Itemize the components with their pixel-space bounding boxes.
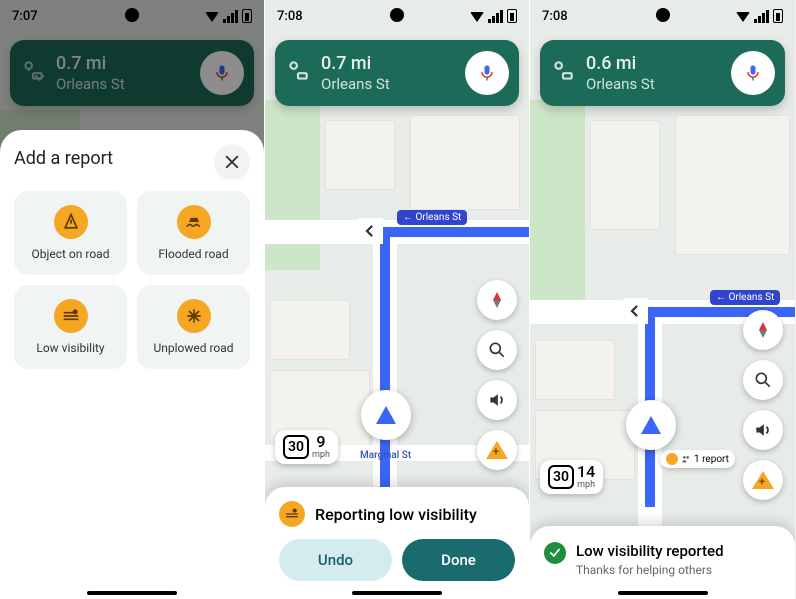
people-icon — [681, 454, 691, 464]
speed-unit: mph — [577, 480, 595, 490]
navigation-arrow-icon — [376, 406, 396, 424]
search-icon — [753, 370, 773, 390]
low-visibility-icon — [666, 453, 678, 465]
low-visibility-icon — [279, 501, 305, 527]
speed-indicator: 30 9 mph — [275, 430, 338, 464]
route-icon — [285, 58, 311, 88]
close-button[interactable] — [214, 144, 250, 180]
speaker-icon — [753, 420, 773, 440]
reported-bar: Low visibility reported Thanks for helpi… — [530, 526, 795, 599]
screen-report-confirmed: ← Orleans St 1 report 7:08 0.6 mi Orlean… — [530, 0, 795, 599]
report-sheet: Add a report Object on road Flooded road… — [0, 130, 264, 599]
report-option-object-on-road[interactable]: Object on road — [14, 191, 127, 275]
navigation-arrow-icon — [641, 416, 661, 434]
report-option-label: Low visibility — [36, 341, 104, 355]
unplowed-road-icon — [177, 299, 211, 333]
report-count: 1 report — [694, 454, 729, 465]
turn-arrow-icon — [357, 218, 383, 244]
report-option-unplowed-road[interactable]: Unplowed road — [137, 285, 250, 369]
search-button[interactable] — [477, 330, 517, 370]
report-option-label: Flooded road — [158, 247, 228, 261]
compass-button[interactable] — [743, 310, 783, 350]
camera-hole — [656, 8, 670, 22]
compass-north-icon — [759, 322, 767, 330]
nav-distance: 0.6 mi — [586, 53, 731, 75]
report-hazard-button[interactable] — [743, 460, 783, 500]
confirm-title: Reporting low visibility — [315, 505, 477, 524]
wifi-icon — [470, 12, 484, 22]
nav-distance: 0.7 mi — [321, 53, 465, 75]
flooded-road-icon — [177, 205, 211, 239]
camera-hole — [390, 8, 404, 22]
reported-title: Low visibility reported — [576, 542, 724, 562]
speed-limit: 30 — [283, 435, 309, 459]
speaker-icon — [487, 390, 507, 410]
hazard-icon — [486, 441, 508, 459]
home-indicator — [352, 591, 442, 595]
check-icon — [544, 542, 566, 564]
route-icon — [550, 58, 576, 88]
sound-button[interactable] — [743, 410, 783, 450]
nav-street: Orleans St — [321, 75, 465, 93]
object-on-road-icon — [54, 205, 88, 239]
microphone-icon — [477, 63, 497, 83]
sound-button[interactable] — [477, 380, 517, 420]
search-button[interactable] — [743, 360, 783, 400]
voice-button[interactable] — [465, 51, 509, 95]
reported-subtitle: Thanks for helping others — [576, 563, 724, 577]
report-hazard-button[interactable] — [477, 430, 517, 470]
navigation-card[interactable]: 0.6 mi Orleans St — [540, 40, 785, 106]
report-option-flooded-road[interactable]: Flooded road — [137, 191, 250, 275]
home-indicator — [618, 591, 708, 595]
report-badge[interactable]: 1 report — [660, 450, 735, 468]
clock: 7:08 — [542, 9, 568, 24]
report-option-low-visibility[interactable]: Low visibility — [14, 285, 127, 369]
street-label: ← Orleans St — [397, 210, 467, 225]
clock: 7:08 — [277, 9, 303, 24]
microphone-icon — [743, 63, 763, 83]
current-location-marker — [626, 400, 676, 450]
battery-icon — [507, 9, 517, 23]
hazard-icon — [752, 471, 774, 489]
screen-add-report: 7:07 0.7 mi Orleans St Add a report — [0, 0, 265, 599]
search-icon — [487, 340, 507, 360]
current-speed: 14 — [577, 464, 595, 480]
current-location-marker — [361, 390, 411, 440]
home-indicator — [87, 591, 177, 595]
nav-street: Orleans St — [586, 75, 731, 93]
navigation-card[interactable]: 0.7 mi Orleans St — [275, 40, 519, 106]
battery-icon — [773, 9, 783, 23]
turn-arrow-icon — [622, 298, 648, 324]
screen-confirm-report: ← Orleans St Marginal St 7:08 0.7 mi Orl… — [265, 0, 530, 599]
close-icon — [223, 153, 241, 171]
undo-button[interactable]: Undo — [279, 539, 392, 581]
speed-indicator: 30 14 mph — [540, 460, 603, 494]
signal-icon — [488, 10, 503, 23]
current-speed: 9 — [312, 434, 330, 450]
signal-icon — [754, 10, 769, 23]
report-option-label: Object on road — [32, 247, 110, 261]
compass-north-icon — [493, 292, 501, 300]
street-label: ← Orleans St — [710, 290, 780, 305]
wifi-icon — [736, 12, 750, 22]
report-option-label: Unplowed road — [153, 341, 233, 355]
speed-unit: mph — [312, 450, 330, 460]
done-button[interactable]: Done — [402, 539, 515, 581]
voice-button[interactable] — [731, 51, 775, 95]
speed-limit: 30 — [548, 465, 574, 489]
compass-button[interactable] — [477, 280, 517, 320]
street-name-label: Marginal St — [360, 450, 411, 461]
confirm-report-bar: Reporting low visibility Undo Done — [265, 487, 529, 599]
low-visibility-icon — [54, 299, 88, 333]
